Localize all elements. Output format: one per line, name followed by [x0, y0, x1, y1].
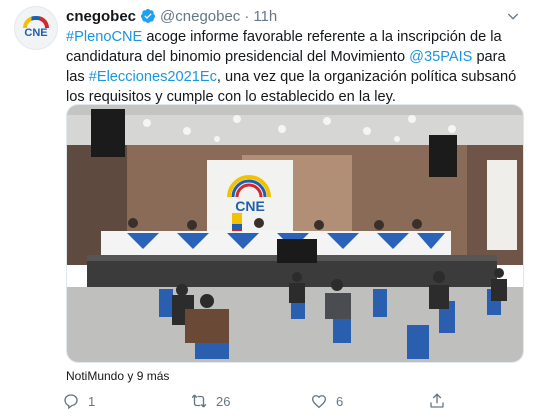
retweet-icon	[191, 394, 207, 408]
reply-icon	[64, 394, 78, 410]
hashtag-link[interactable]: #PlenoCNE	[66, 29, 142, 45]
reply-count: 1	[88, 393, 96, 409]
tweet-actions: 1 26 6	[62, 392, 482, 412]
share-button[interactable]	[428, 392, 446, 410]
photo-tag-caption[interactable]: NotiMundo y 9 más	[66, 369, 169, 383]
avatar[interactable]: CNE	[14, 6, 58, 50]
retweet-count: 26	[216, 393, 231, 409]
mention-link[interactable]: @35PAIS	[409, 49, 472, 65]
avatar-logo-text: CNE	[24, 27, 48, 39]
share-icon	[430, 393, 444, 408]
separator-dot: ·	[244, 7, 250, 25]
verified-icon	[141, 9, 156, 23]
hashtag-link[interactable]: #Elecciones2021Ec	[89, 69, 217, 85]
tweet-timestamp[interactable]: 11h	[253, 8, 277, 25]
like-button[interactable]: 6	[310, 392, 343, 410]
retweet-button[interactable]: 26	[190, 392, 230, 410]
like-icon	[311, 395, 327, 409]
caret-down-icon[interactable]	[505, 8, 521, 24]
tweet-text: #PlenoCNE acoge informe favorable refere…	[66, 27, 528, 107]
reply-button[interactable]: 1	[62, 392, 95, 410]
tweet-photo[interactable]: CNE	[66, 104, 524, 363]
tweet-header: cnegobec @cnegobec · 11h	[66, 6, 525, 26]
wall-logo-text: CNE	[235, 198, 265, 214]
account-name[interactable]: cnegobec	[66, 8, 136, 25]
tweet-card[interactable]: CNE cnegobec @cnegobec · 11h #PlenoCNE a…	[0, 0, 537, 418]
photo-scene: CNE	[67, 105, 523, 362]
like-count: 6	[336, 393, 344, 409]
account-handle[interactable]: @cnegobec	[160, 8, 240, 25]
